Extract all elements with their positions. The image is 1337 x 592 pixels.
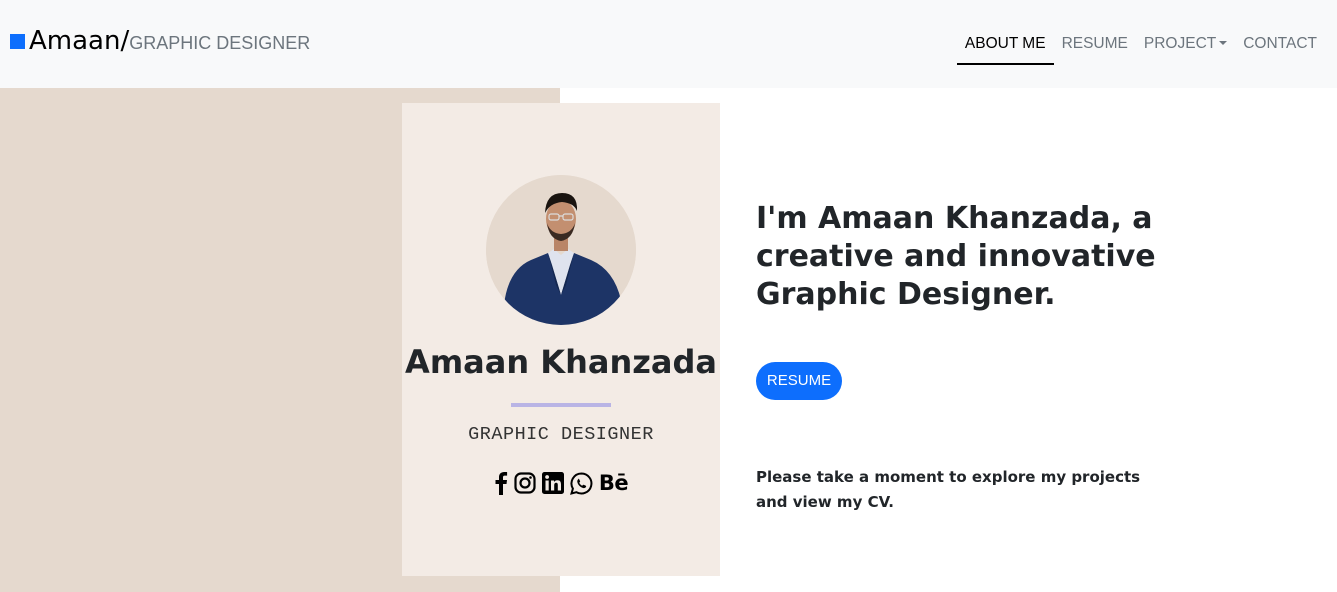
nav-menu: ABOUT ME RESUME PROJECT CONTACT — [956, 24, 1325, 65]
caret-down-icon — [1219, 41, 1228, 45]
navbar: Amaan/ GRAPHIC DESIGNER ABOUT ME RESUME … — [0, 0, 1337, 88]
divider — [511, 403, 611, 407]
whatsapp-icon[interactable] — [569, 470, 593, 496]
profile-name: Amaan Khanzada — [405, 343, 717, 381]
nav-item-resume[interactable]: RESUME — [1054, 24, 1136, 65]
linkedin-icon[interactable] — [541, 470, 564, 496]
headline: I'm Amaan Khanzada, a creative and innov… — [756, 201, 1156, 312]
behance-icon[interactable]: Bē — [598, 470, 629, 496]
intro-note: Please take a moment to explore my proje… — [756, 468, 1141, 511]
brand-link[interactable]: Amaan/ GRAPHIC DESIGNER — [10, 26, 310, 56]
resume-button[interactable]: RESUME — [756, 362, 842, 400]
profile-role: GRAPHIC DESIGNER — [468, 424, 654, 445]
nav-item-contact[interactable]: CONTACT — [1235, 24, 1325, 65]
behance-icon-text: Bē — [598, 471, 629, 495]
avatar — [486, 175, 636, 325]
brand-name: Amaan/ — [29, 26, 130, 56]
profile-photo — [486, 175, 636, 325]
nav-item-about-me[interactable]: ABOUT ME — [956, 24, 1054, 65]
brand-square-icon — [10, 34, 25, 49]
facebook-icon[interactable] — [494, 470, 508, 496]
nav-item-project[interactable]: PROJECT — [1136, 24, 1235, 65]
social-links: Bē — [402, 470, 720, 496]
brand-role: GRAPHIC DESIGNER — [129, 33, 311, 53]
instagram-icon[interactable] — [514, 470, 536, 496]
profile-card: Amaan Khanzada GRAPHIC DESIGNER Bē — [402, 103, 720, 576]
nav-item-project-label: PROJECT — [1143, 35, 1217, 52]
